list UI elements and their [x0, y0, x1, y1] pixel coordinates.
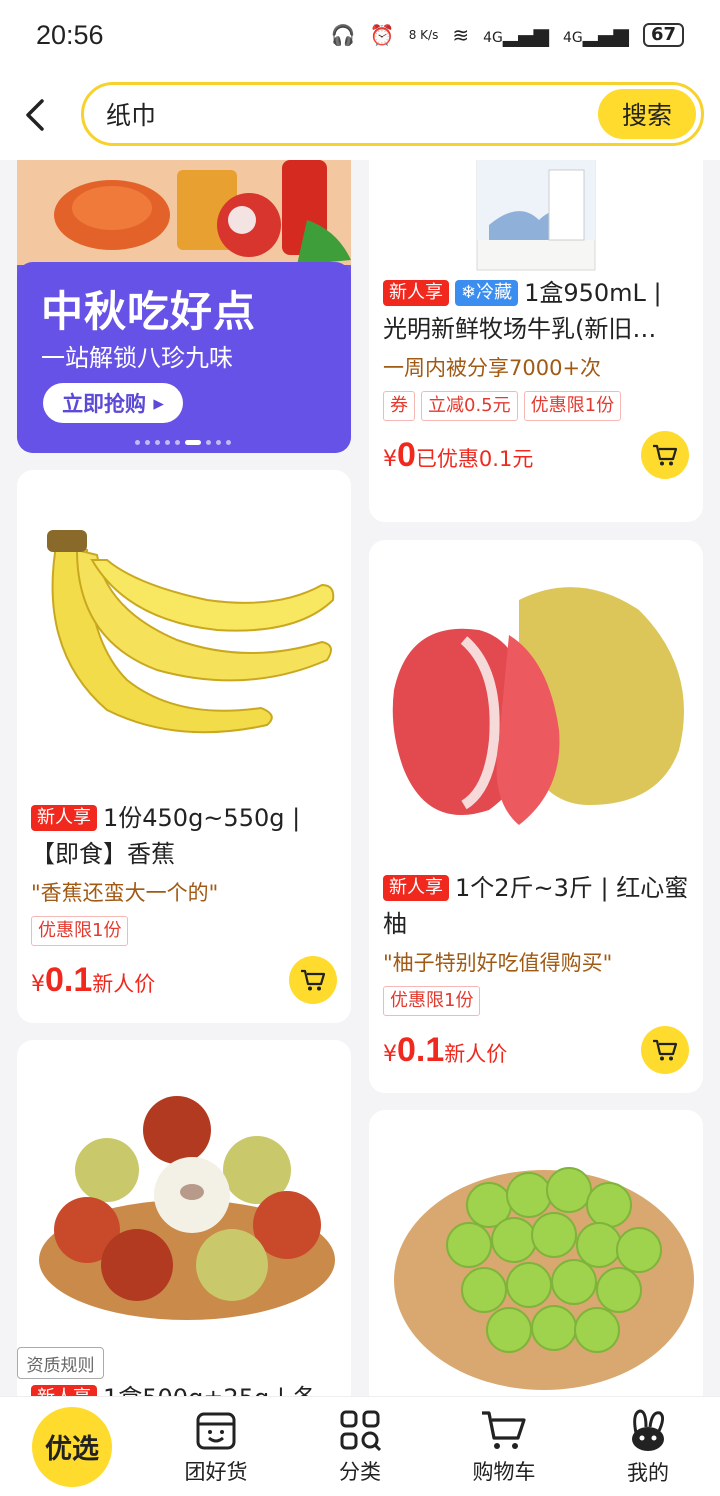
signal-icon-2: 4G▂▄▆: [563, 23, 629, 47]
nav-label: 购物车: [472, 1459, 536, 1484]
nav-item-group-deals[interactable]: 团好货: [144, 1408, 288, 1486]
product-title: 新人享1盒500g±25g | 冬: [31, 1380, 337, 1396]
product-price: ¥0.1新人价: [31, 960, 156, 999]
banner-subtitle: 一站解锁八珍九味: [41, 344, 233, 372]
status-icons: 🎧 ⏰ 8 K/s ≋ 4G▂▄▆ 4G▂▄▆ 67: [331, 23, 684, 47]
product-card-dates[interactable]: 新人享1盒500g±25g | 冬: [17, 1040, 351, 1396]
tag-new-user: 新人享: [31, 805, 97, 831]
banner-title: 中秋吃好点: [41, 287, 257, 336]
jujube-image: [39, 1096, 335, 1320]
search-header: 纸巾 搜索: [0, 70, 720, 160]
tag-new-user: 新人享: [383, 875, 449, 901]
price-row: ¥0.1新人价: [383, 1026, 689, 1074]
product-card-banana[interactable]: 新人享 1份450g~550g | 【即食】香蕉 "香蕉还蛮大一个的" 优惠限1份…: [17, 470, 351, 1023]
search-input[interactable]: 纸巾: [106, 96, 156, 132]
product-info: 新人享 1份450g~550g | 【即食】香蕉 "香蕉还蛮大一个的" 优惠限1份…: [17, 800, 351, 1004]
product-info: 新人享1盒500g±25g | 冬: [17, 1380, 351, 1396]
bottom-nav: 优选 团好货 分类 购物车 我的: [0, 1396, 720, 1496]
product-image: [369, 160, 703, 275]
grapes-image: [394, 1167, 694, 1390]
nav-item-cart[interactable]: 购物车: [432, 1408, 576, 1486]
price-row: ¥0已优惠0.1元: [383, 431, 689, 479]
nav-item-category[interactable]: 分类: [288, 1408, 432, 1486]
status-time: 20:56: [36, 19, 104, 50]
coupon-discount: 立减0.5元: [421, 391, 518, 421]
tag-new-user: 新人享: [31, 1385, 97, 1396]
search-button[interactable]: 搜索: [598, 89, 696, 139]
rabbit-icon: [632, 1408, 665, 1451]
coupon-label: 券: [383, 391, 415, 421]
nav-label: 团好货: [184, 1459, 248, 1484]
price-row: ¥0.1新人价: [31, 956, 337, 1004]
search-box[interactable]: 纸巾 搜索: [81, 82, 704, 146]
product-info: 新人享 1个2斤~3斤 | 红心蜜柚 "柚子特别好吃值得购买" 优惠限1份 ¥0.…: [369, 870, 703, 1074]
product-card-milk[interactable]: 新人享 ❄冷藏 1盒950mL | 光明新鲜牧场牛乳(新旧… 一周内被分享7000+…: [369, 160, 703, 522]
wifi-icon: ≋: [452, 23, 470, 47]
banner-pagination: [135, 440, 231, 445]
battery-icon: 67: [642, 23, 684, 47]
banner-cta-button[interactable]: 立即抢购 ▸: [43, 383, 183, 423]
add-to-cart-button[interactable]: [641, 431, 689, 479]
product-card-grapes[interactable]: [369, 1110, 703, 1396]
alarm-icon: ⏰: [369, 23, 395, 47]
add-to-cart-button[interactable]: [289, 956, 337, 1004]
box-smile-icon: [196, 1412, 236, 1449]
net-speed: 8 K/s: [408, 28, 439, 42]
grid-search-icon: [340, 1410, 382, 1451]
product-info: 新人享 ❄冷藏 1盒950mL | 光明新鲜牧场牛乳(新旧… 一周内被分享7000+…: [369, 275, 703, 479]
product-title: 新人享 ❄冷藏 1盒950mL | 光明新鲜牧场牛乳(新旧…: [383, 279, 662, 343]
coupon-limit: 优惠限1份: [383, 986, 481, 1016]
coupon-row: 优惠限1份: [383, 986, 689, 1016]
coupon-limit: 优惠限1份: [31, 916, 129, 946]
product-image: [17, 1040, 351, 1380]
coupon-row: 优惠限1份: [31, 916, 337, 946]
coupon-row: 券 立减0.5元 优惠限1份: [383, 391, 689, 421]
add-to-cart-button[interactable]: [641, 1026, 689, 1074]
product-image: [369, 1110, 703, 1396]
nav-label: 分类: [339, 1459, 381, 1484]
cart-icon: [301, 969, 326, 991]
cart-icon: [653, 444, 678, 466]
product-image: [369, 540, 703, 870]
product-title: 新人享 1份450g~550g | 【即食】香蕉: [31, 804, 301, 868]
product-feed[interactable]: 中秋吃好点 一站解锁八珍九味 立即抢购 ▸ 新人享 1份450g~550g | 【…: [0, 160, 720, 1396]
product-share-count: 一周内被分享7000+次: [383, 356, 602, 380]
cart-icon: [653, 1039, 678, 1061]
nav-label: 我的: [627, 1460, 669, 1485]
product-title: 新人享 1个2斤~3斤 | 红心蜜柚: [383, 874, 689, 938]
nav-item-home[interactable]: 优选: [0, 1406, 144, 1487]
nav-item-profile[interactable]: 我的: [576, 1407, 720, 1487]
headphones-icon: 🎧: [330, 23, 356, 47]
cart-icon: [482, 1410, 526, 1449]
product-image: [17, 470, 351, 800]
tag-refrigerated: ❄冷藏: [455, 280, 519, 306]
product-price: ¥0.1新人价: [383, 1030, 508, 1069]
pomelo-image: [392, 587, 684, 825]
coupon-limit: 优惠限1份: [523, 391, 622, 421]
product-price: ¥0已优惠0.1元: [383, 435, 534, 474]
banana-image: [47, 530, 335, 734]
promo-banner[interactable]: 中秋吃好点 一站解锁八珍九味 立即抢购 ▸: [17, 160, 351, 453]
status-bar: 20:56 🎧 ⏰ 8 K/s ≋ 4G▂▄▆ 4G▂▄▆ 67: [0, 0, 720, 70]
banner-food-art: [17, 160, 351, 265]
product-review: "香蕉还蛮大一个的": [31, 881, 219, 905]
back-button[interactable]: [0, 70, 70, 160]
product-review: "柚子特别好吃值得购买": [383, 951, 613, 975]
milk-carton-image: [476, 160, 596, 271]
signal-icon-1: 4G▂▄▆: [483, 23, 550, 47]
product-card-pomelo[interactable]: 新人享 1个2斤~3斤 | 红心蜜柚 "柚子特别好吃值得购买" 优惠限1份 ¥0.…: [369, 540, 703, 1093]
tag-new-user: 新人享: [383, 280, 449, 306]
chevron-left-icon: [26, 99, 44, 131]
qualification-rules-badge[interactable]: 资质规则: [17, 1347, 104, 1379]
nav-home-button[interactable]: 优选: [32, 1406, 112, 1487]
